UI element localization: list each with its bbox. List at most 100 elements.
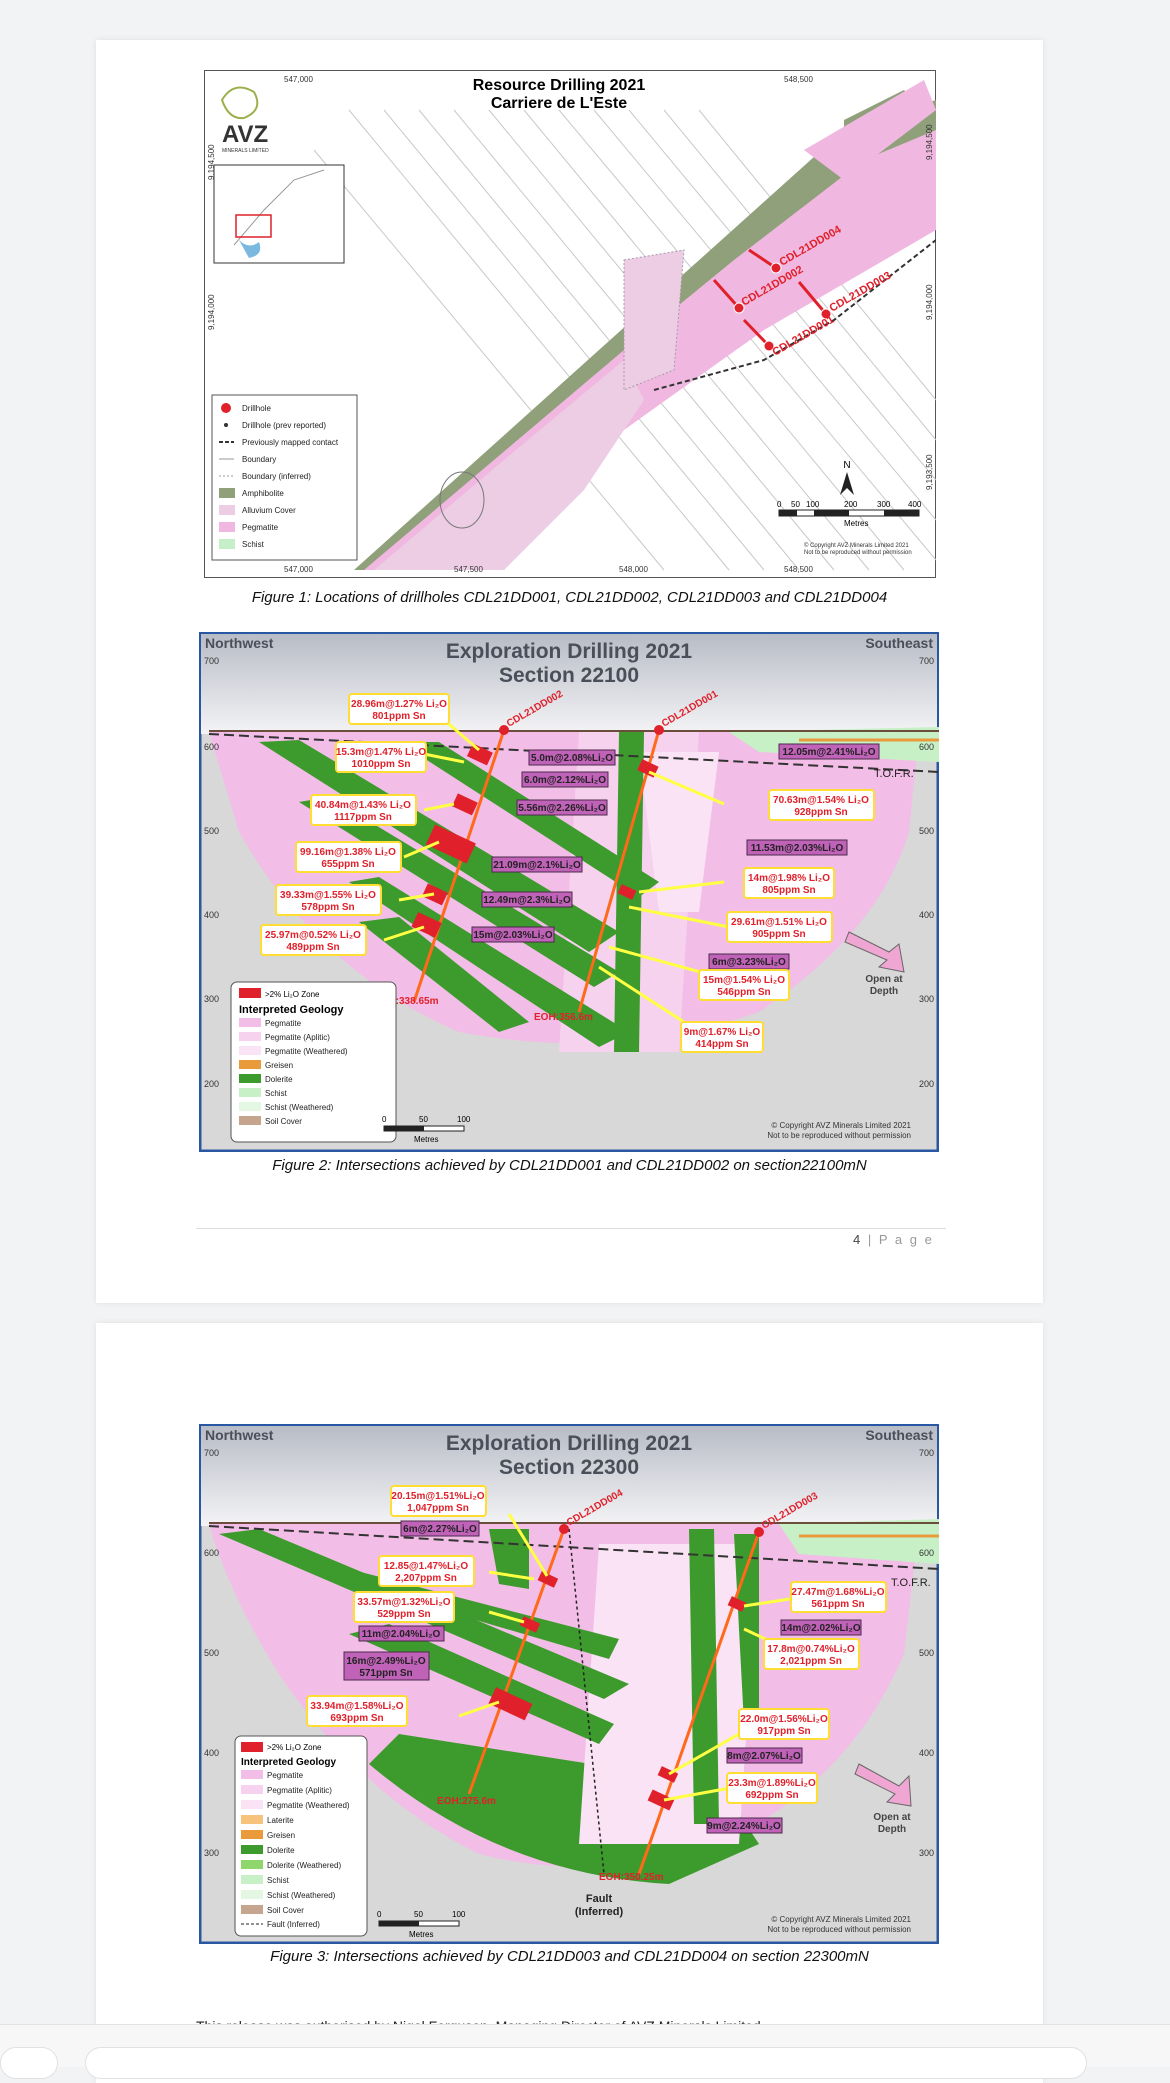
- section-22300-svg: Exploration Drilling 2021 Section 22300 …: [198, 1423, 940, 1945]
- svg-text:600: 600: [919, 742, 934, 752]
- intercept-label: 905ppm Sn: [752, 929, 805, 940]
- drillhole-marker: [770, 262, 782, 274]
- intercept-label: 20.15m@1.51%Li₂O: [391, 1491, 484, 1502]
- svg-text:Metres: Metres: [409, 1930, 433, 1939]
- open-depth-label: Depth: [870, 986, 898, 997]
- intercept-label: 99.16m@1.38% Li₂O: [300, 847, 396, 858]
- intercept-label: 529ppm Sn: [377, 1609, 430, 1620]
- svg-text:700: 700: [204, 1448, 219, 1458]
- svg-text:300: 300: [204, 994, 219, 1004]
- legend-item: Boundary: [242, 455, 276, 464]
- hi-grade-label: 11m@2.04%Li₂O: [362, 1629, 441, 1640]
- svg-text:500: 500: [919, 1648, 934, 1658]
- page-number-value: 4: [853, 1232, 863, 1247]
- se-label: Southeast: [865, 1427, 933, 1443]
- svg-text:Metres: Metres: [414, 1135, 438, 1144]
- figure-2-caption: Figure 2: Intersections achieved by CDL2…: [272, 1157, 867, 1174]
- coord-label: 9,193,500: [925, 454, 934, 490]
- svg-text:200: 200: [844, 500, 858, 509]
- svg-text:300: 300: [204, 1848, 219, 1858]
- intercept-label: 29.61m@1.51% Li₂O: [731, 917, 827, 928]
- hi-grade-label: 21.09m@2.1%Li₂O: [493, 860, 581, 871]
- page-separator: |: [867, 1232, 874, 1247]
- copyright-text: Not to be reproduced without permission: [767, 1925, 911, 1934]
- svg-text:Pegmatite (Aplitic): Pegmatite (Aplitic): [265, 1033, 330, 1042]
- open-depth-label: Depth: [878, 1824, 906, 1835]
- intercept-label: 578ppm Sn: [301, 902, 354, 913]
- svg-text:Greisen: Greisen: [265, 1061, 293, 1070]
- svg-text:Greisen: Greisen: [267, 1831, 295, 1840]
- section-title: Exploration Drilling 2021: [446, 640, 693, 663]
- document-page-4: CDL21DD004 CDL21DD002 CDL21DD003 CDL21DD…: [96, 40, 1043, 1303]
- svg-text:500: 500: [919, 826, 934, 836]
- svg-text:200: 200: [204, 1079, 219, 1089]
- eoh-label: EOH:350.25m: [599, 1872, 664, 1883]
- legend-item: Previously mapped contact: [242, 438, 339, 447]
- collar-marker: [499, 725, 509, 735]
- eoh-label: EOH:275.6m: [437, 1796, 496, 1807]
- footer-rule: [196, 1228, 946, 1229]
- svg-text:Pegmatite (Weathered): Pegmatite (Weathered): [267, 1801, 350, 1810]
- intercept-label: 33.94m@1.58%Li₂O: [310, 1701, 403, 1712]
- svg-text:© Copyright AVZ Minerals Limit: © Copyright AVZ Minerals Limited 2021: [804, 542, 909, 549]
- svg-text:Dolerite: Dolerite: [265, 1075, 293, 1084]
- page-word: P a g e: [878, 1232, 934, 1247]
- viewer-bottom-bar: [0, 2024, 1170, 2079]
- section-legend: >2% Li₂O Zone Interpreted Geology Pegmat…: [230, 981, 397, 1143]
- eoh-label: EOH:356.6m: [534, 1012, 593, 1023]
- svg-text:Pegmatite (Aplitic): Pegmatite (Aplitic): [267, 1786, 332, 1795]
- hi-grade-label: 15m@2.03%Li₂O: [473, 930, 552, 941]
- coord-label: 9,194,000: [207, 294, 216, 330]
- map-svg: CDL21DD004 CDL21DD002 CDL21DD003 CDL21DD…: [204, 70, 937, 578]
- svg-text:400: 400: [908, 500, 922, 509]
- svg-text:Soil Cover: Soil Cover: [267, 1906, 304, 1915]
- svg-text:Pegmatite: Pegmatite: [265, 1019, 302, 1028]
- svg-text:400: 400: [919, 910, 934, 920]
- svg-text:600: 600: [204, 1548, 219, 1558]
- collar-marker: [559, 1524, 569, 1534]
- legend-item: Schist: [242, 540, 265, 549]
- svg-text:300: 300: [919, 1848, 934, 1858]
- intercept-label: 801ppm Sn: [372, 711, 425, 722]
- map-title: Resource Drilling 2021: [473, 77, 646, 94]
- legend-item: Drillhole: [242, 404, 271, 413]
- intercept-label: 928ppm Sn: [794, 807, 847, 818]
- svg-text:700: 700: [919, 1448, 934, 1458]
- svg-text:100: 100: [457, 1115, 471, 1124]
- intercept-label: 414ppm Sn: [695, 1039, 748, 1050]
- intercept-label: 14m@1.98% Li₂O: [748, 873, 830, 884]
- hi-grade-label: 9m@2.24%Li₂O: [707, 1821, 781, 1832]
- section-title: Exploration Drilling 2021: [446, 1432, 693, 1455]
- fault-label: Fault: [586, 1893, 613, 1905]
- fault-label: (Inferred): [575, 1906, 624, 1918]
- svg-text:Metres: Metres: [844, 519, 868, 528]
- bottom-button[interactable]: [0, 2047, 58, 2079]
- coord-label: 9,194,000: [925, 284, 934, 320]
- coord-label: 548,500: [784, 75, 813, 84]
- logo-subtext: MINERALS LIMITED: [222, 148, 269, 154]
- svg-text:600: 600: [204, 742, 219, 752]
- coord-label: 9,194,500: [925, 124, 934, 160]
- svg-text:Fault (Inferred): Fault (Inferred): [267, 1920, 320, 1929]
- svg-text:700: 700: [204, 656, 219, 666]
- page-number: 4 | P a g e: [853, 1232, 934, 1247]
- se-label: Southeast: [865, 635, 933, 651]
- svg-text:Interpreted Geology: Interpreted Geology: [241, 1757, 336, 1768]
- intercept-label: 655ppm Sn: [321, 859, 374, 870]
- figure-1-map: CDL21DD004 CDL21DD002 CDL21DD003 CDL21DD…: [204, 70, 937, 578]
- section-subtitle: Section 22300: [499, 1456, 639, 1479]
- svg-text:Dolerite (Weathered): Dolerite (Weathered): [267, 1861, 341, 1870]
- hi-grade-label: 14m@2.02%Li₂O: [781, 1623, 860, 1634]
- coord-label: 548,000: [619, 565, 648, 574]
- intercept-label: 917ppm Sn: [757, 1726, 810, 1737]
- svg-text:50: 50: [414, 1910, 423, 1919]
- intercept-label: 22.0m@1.56%Li₂O: [740, 1714, 828, 1725]
- intercept-label: 15m@1.54% Li₂O: [703, 975, 785, 986]
- intercept-label: 1,047ppm Sn: [407, 1503, 469, 1514]
- intercept-label: 489ppm Sn: [286, 942, 339, 953]
- bottom-toolbar[interactable]: [85, 2047, 1087, 2079]
- svg-text:100: 100: [452, 1910, 466, 1919]
- svg-text:Laterite: Laterite: [267, 1816, 294, 1825]
- hi-grade-label: 12.49m@2.3%Li₂O: [483, 895, 571, 906]
- svg-text:500: 500: [204, 1648, 219, 1658]
